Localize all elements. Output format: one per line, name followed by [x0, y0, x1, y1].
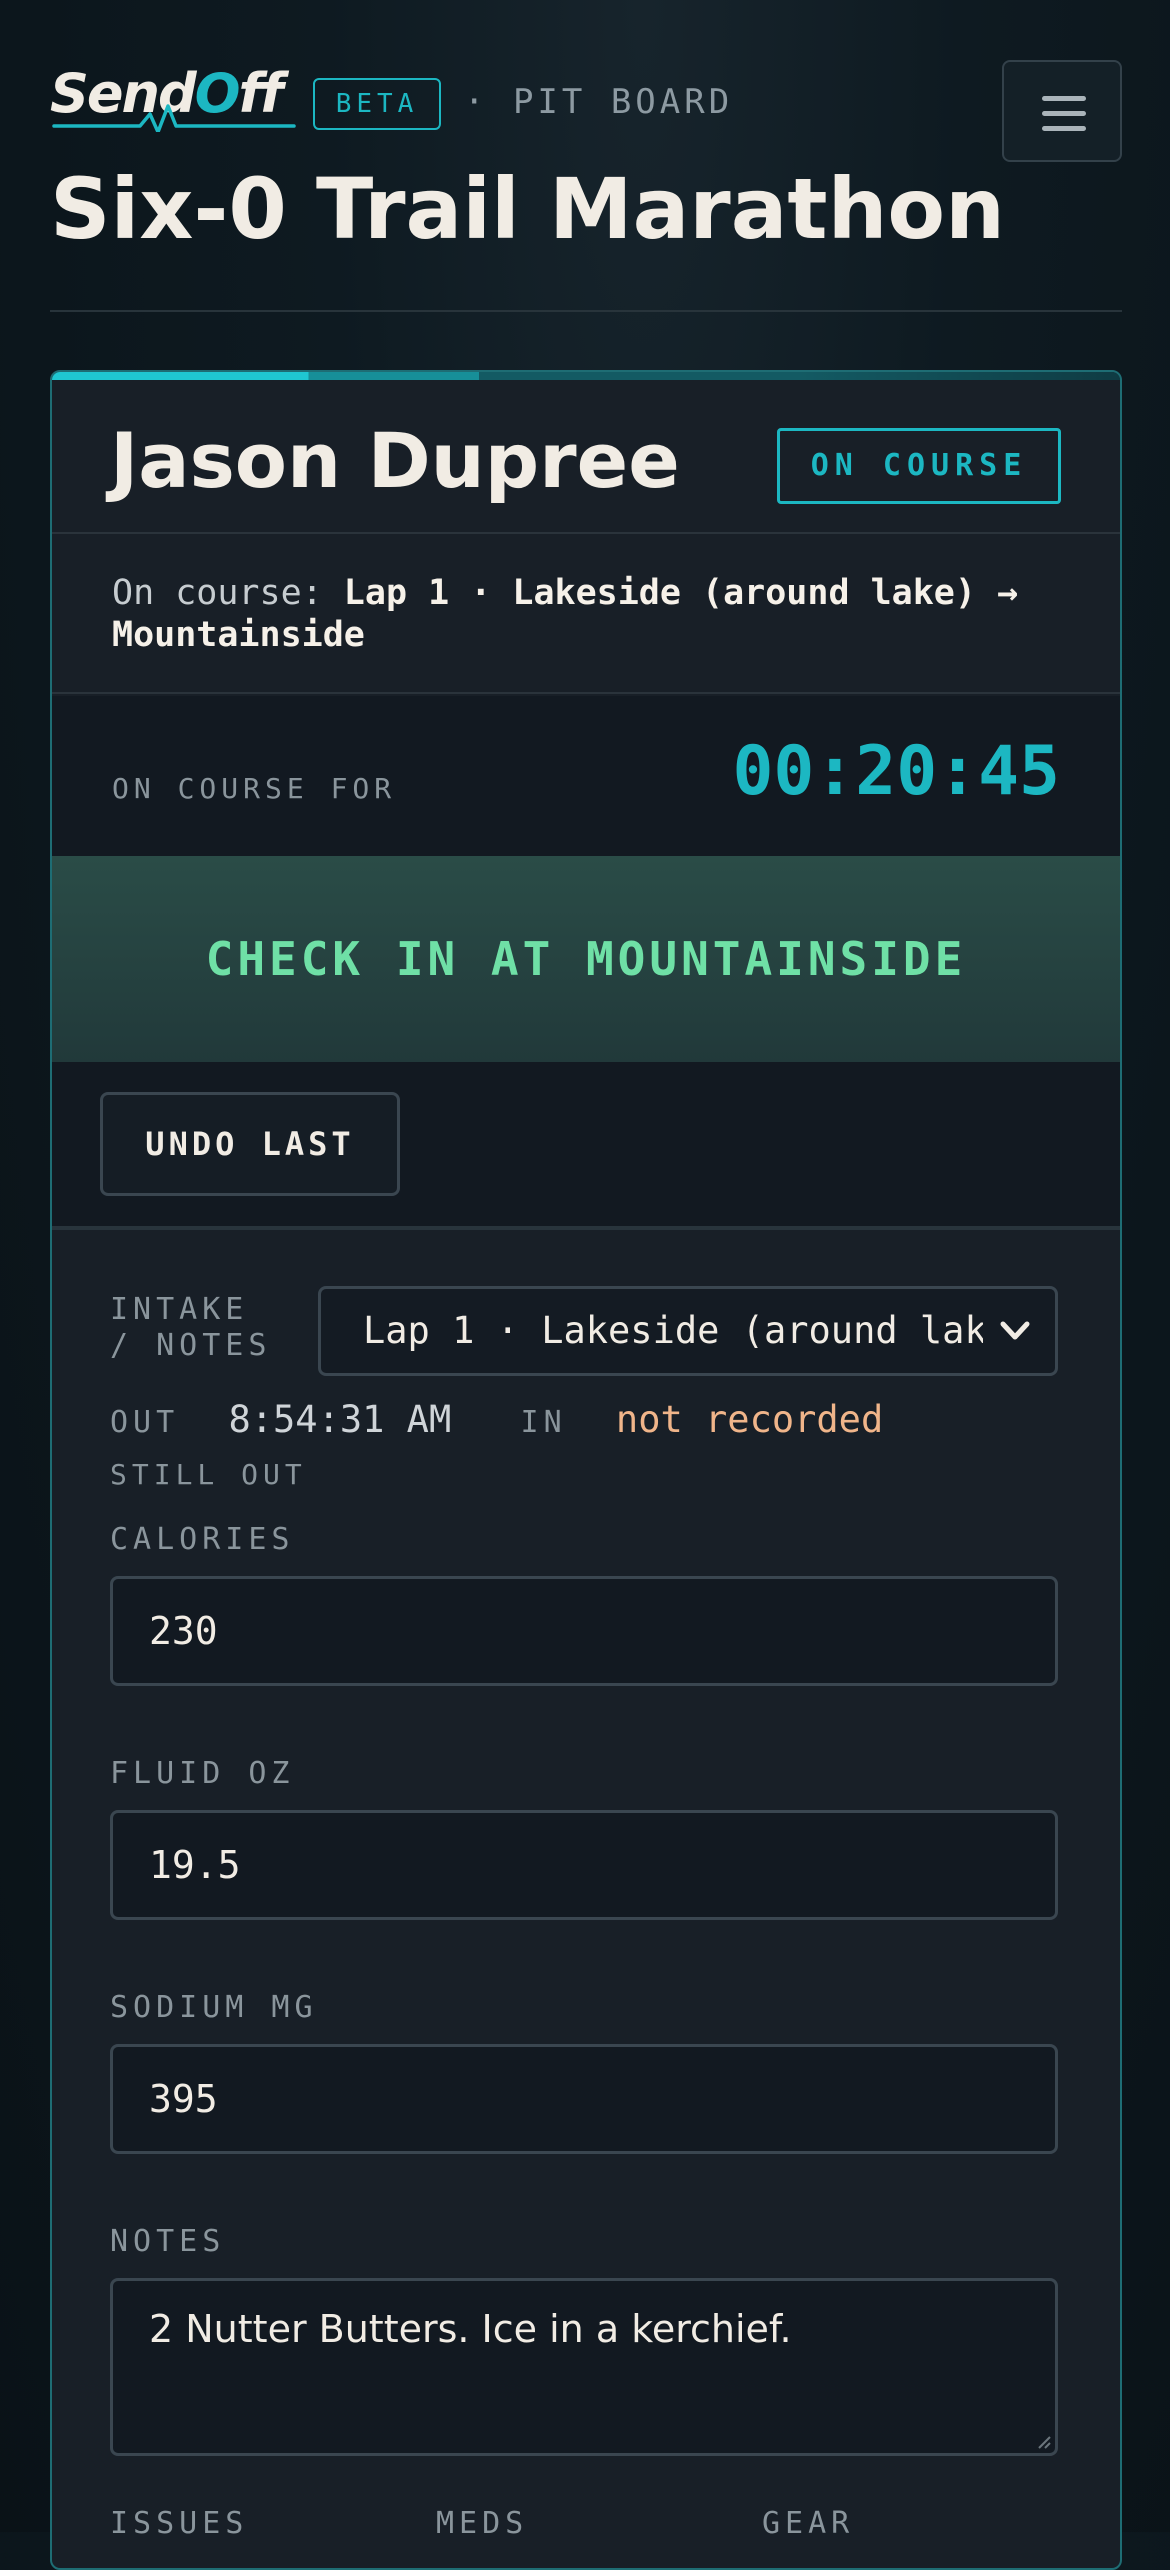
chevron-down-icon — [1000, 1321, 1030, 1340]
timer-row: ON COURSE FOR 00:20:45 — [52, 696, 1120, 856]
calories-label: CALORIES — [110, 1522, 295, 1557]
runner-header: Jason Dupree ON COURSE — [52, 380, 1120, 534]
out-label: OUT — [110, 1405, 180, 1440]
notes-textarea[interactable]: 2 Nutter Butters. Ice in a kerchief. — [110, 2278, 1058, 2456]
out-time: 8:54:31 AM — [228, 1398, 452, 1441]
hamburger-icon — [1042, 126, 1086, 131]
fluid-oz-label: FLUID OZ — [110, 1756, 295, 1791]
divider — [50, 310, 1122, 312]
elapsed-timer: 00:20:45 — [732, 732, 1060, 811]
in-value: not recorded — [615, 1398, 884, 1441]
notes-label: NOTES — [110, 2224, 226, 2259]
runner-name: Jason Dupree — [110, 416, 680, 505]
undo-last-button[interactable]: UNDO LAST — [100, 1092, 400, 1196]
hamburger-icon — [1042, 111, 1086, 116]
pit-board-label: · PIT BOARD — [464, 82, 734, 122]
issues-label: ISSUES — [110, 2506, 249, 2541]
progress-stripe — [52, 372, 1120, 380]
app-header: SendOff BETA · PIT BOARD — [50, 60, 1122, 162]
intake-notes-label: INTAKE / NOTES — [110, 1292, 272, 1363]
meds-label: MEDS — [436, 2506, 529, 2541]
status-badge: ON COURSE — [777, 428, 1061, 504]
timer-label: ON COURSE FOR — [112, 772, 397, 805]
sendoff-logo[interactable]: SendOff — [50, 60, 298, 132]
in-label: IN — [520, 1405, 567, 1440]
calories-input[interactable]: 230 — [110, 1576, 1058, 1686]
on-course-text: On course: Lap 1 · Lakeside (around lake… — [112, 573, 1019, 655]
still-out-label: STILL OUT — [110, 1458, 307, 1491]
out-in-times: OUT 8:54:31 AM IN not recorded — [110, 1398, 1070, 1448]
heartbeat-icon — [52, 104, 296, 132]
lap-select[interactable]: Lap 1 · Lakeside (around lake) → Mountai… — [318, 1286, 1058, 1376]
beta-badge: BETA — [313, 78, 441, 130]
hamburger-icon — [1042, 96, 1086, 101]
sodium-label: SODIUM MG — [110, 1990, 318, 2025]
page-title: Six-0 Trail Marathon — [50, 160, 1005, 258]
sodium-input[interactable]: 395 — [110, 2044, 1058, 2154]
fluid-oz-input[interactable]: 19.5 — [110, 1810, 1058, 1920]
on-course-summary: On course: Lap 1 · Lakeside (around lake… — [52, 536, 1120, 694]
lap-select-value: Lap 1 · Lakeside (around lake) → Mountai… — [363, 1309, 983, 1352]
check-in-button[interactable]: CHECK IN AT MOUNTAINSIDE — [52, 856, 1120, 1062]
undo-row: UNDO LAST — [52, 1062, 1120, 1230]
notes-text: 2 Nutter Butters. Ice in a kerchief. — [149, 2307, 792, 2351]
gear-label: GEAR — [762, 2506, 855, 2541]
menu-button[interactable] — [1002, 60, 1122, 162]
resize-handle-icon[interactable] — [1037, 2435, 1051, 2449]
